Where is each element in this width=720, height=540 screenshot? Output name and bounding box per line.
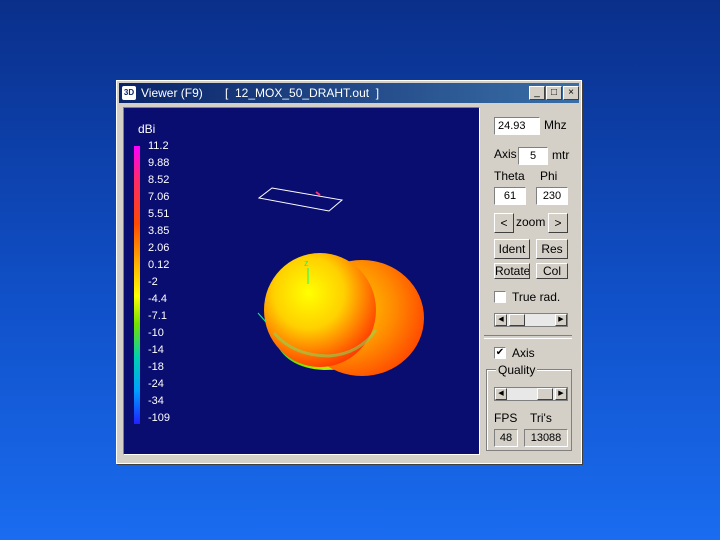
- zoom-in-button[interactable]: >: [548, 213, 568, 233]
- axis-label: Axis: [494, 147, 517, 161]
- axis-checkbox-label: Axis: [512, 346, 535, 359]
- viewer-window: 3D Viewer (F9) [ 12_MOX_50_DRAHT.out ] _…: [116, 80, 582, 464]
- zoom-label: zoom: [516, 215, 546, 229]
- slider-right-arrow-icon[interactable]: ▶: [555, 314, 567, 326]
- quality-slider[interactable]: ◀ ▶: [494, 387, 568, 401]
- panel-divider: [484, 335, 572, 339]
- view-slider[interactable]: ◀ ▶: [494, 313, 568, 327]
- zoom-out-button[interactable]: <: [494, 213, 514, 233]
- app-3d-icon: 3D: [122, 86, 136, 100]
- maximize-button[interactable]: □: [546, 86, 562, 100]
- minimize-button[interactable]: _: [529, 86, 545, 100]
- rotate-button[interactable]: Rotate: [494, 263, 530, 279]
- col-button[interactable]: Col: [536, 263, 568, 279]
- slider-thumb[interactable]: [509, 314, 525, 326]
- title-bar[interactable]: 3D Viewer (F9) [ 12_MOX_50_DRAHT.out ] _…: [119, 83, 579, 103]
- 3d-view-canvas[interactable]: dBi 11.2 9.88 8.52 7.06 5.51 3.85 2.06 0.12 -2 -4…: [123, 107, 480, 455]
- theta-label: Theta: [494, 169, 525, 183]
- fps-value: 48: [494, 429, 518, 447]
- true-rad-checkbox[interactable]: [494, 291, 506, 303]
- axis-unit: mtr: [552, 148, 570, 162]
- phi-label: Phi: [540, 169, 558, 183]
- antenna-wire: [257, 187, 344, 212]
- frequency-input[interactable]: 24.93: [494, 117, 540, 135]
- fps-label: FPS: [494, 411, 518, 425]
- res-button[interactable]: Res: [536, 239, 568, 259]
- control-panel: 24.93 Mhz Axis 5 mtr Theta Phi 61 230 < …: [484, 107, 576, 457]
- frequency-unit: Mhz: [544, 118, 567, 132]
- axis-length-input[interactable]: 5: [518, 147, 548, 165]
- pattern-main-lobe: [264, 253, 376, 367]
- window-title: Viewer (F9): [141, 86, 203, 100]
- quality-left-arrow-icon[interactable]: ◀: [495, 388, 507, 400]
- window-file-name: [ 12_MOX_50_DRAHT.out ]: [225, 86, 380, 100]
- phi-input[interactable]: 230: [536, 187, 568, 205]
- true-rad-label: True rad.: [512, 290, 561, 304]
- ident-button[interactable]: Ident: [494, 239, 530, 259]
- quality-right-arrow-icon[interactable]: ▶: [555, 388, 567, 400]
- tris-value: 13088: [524, 429, 568, 447]
- close-button[interactable]: ×: [563, 86, 579, 100]
- axis-checkbox[interactable]: ✔: [494, 347, 506, 359]
- radiation-pattern-plot: z: [257, 187, 424, 376]
- slider-left-arrow-icon[interactable]: ◀: [495, 314, 507, 326]
- z-axis-label: z: [304, 258, 309, 268]
- theta-input[interactable]: 61: [494, 187, 526, 205]
- quality-thumb[interactable]: [537, 388, 553, 400]
- tris-label: Tri's: [530, 411, 552, 425]
- antenna-feed: [315, 191, 321, 196]
- quality-label: Quality: [496, 363, 538, 377]
